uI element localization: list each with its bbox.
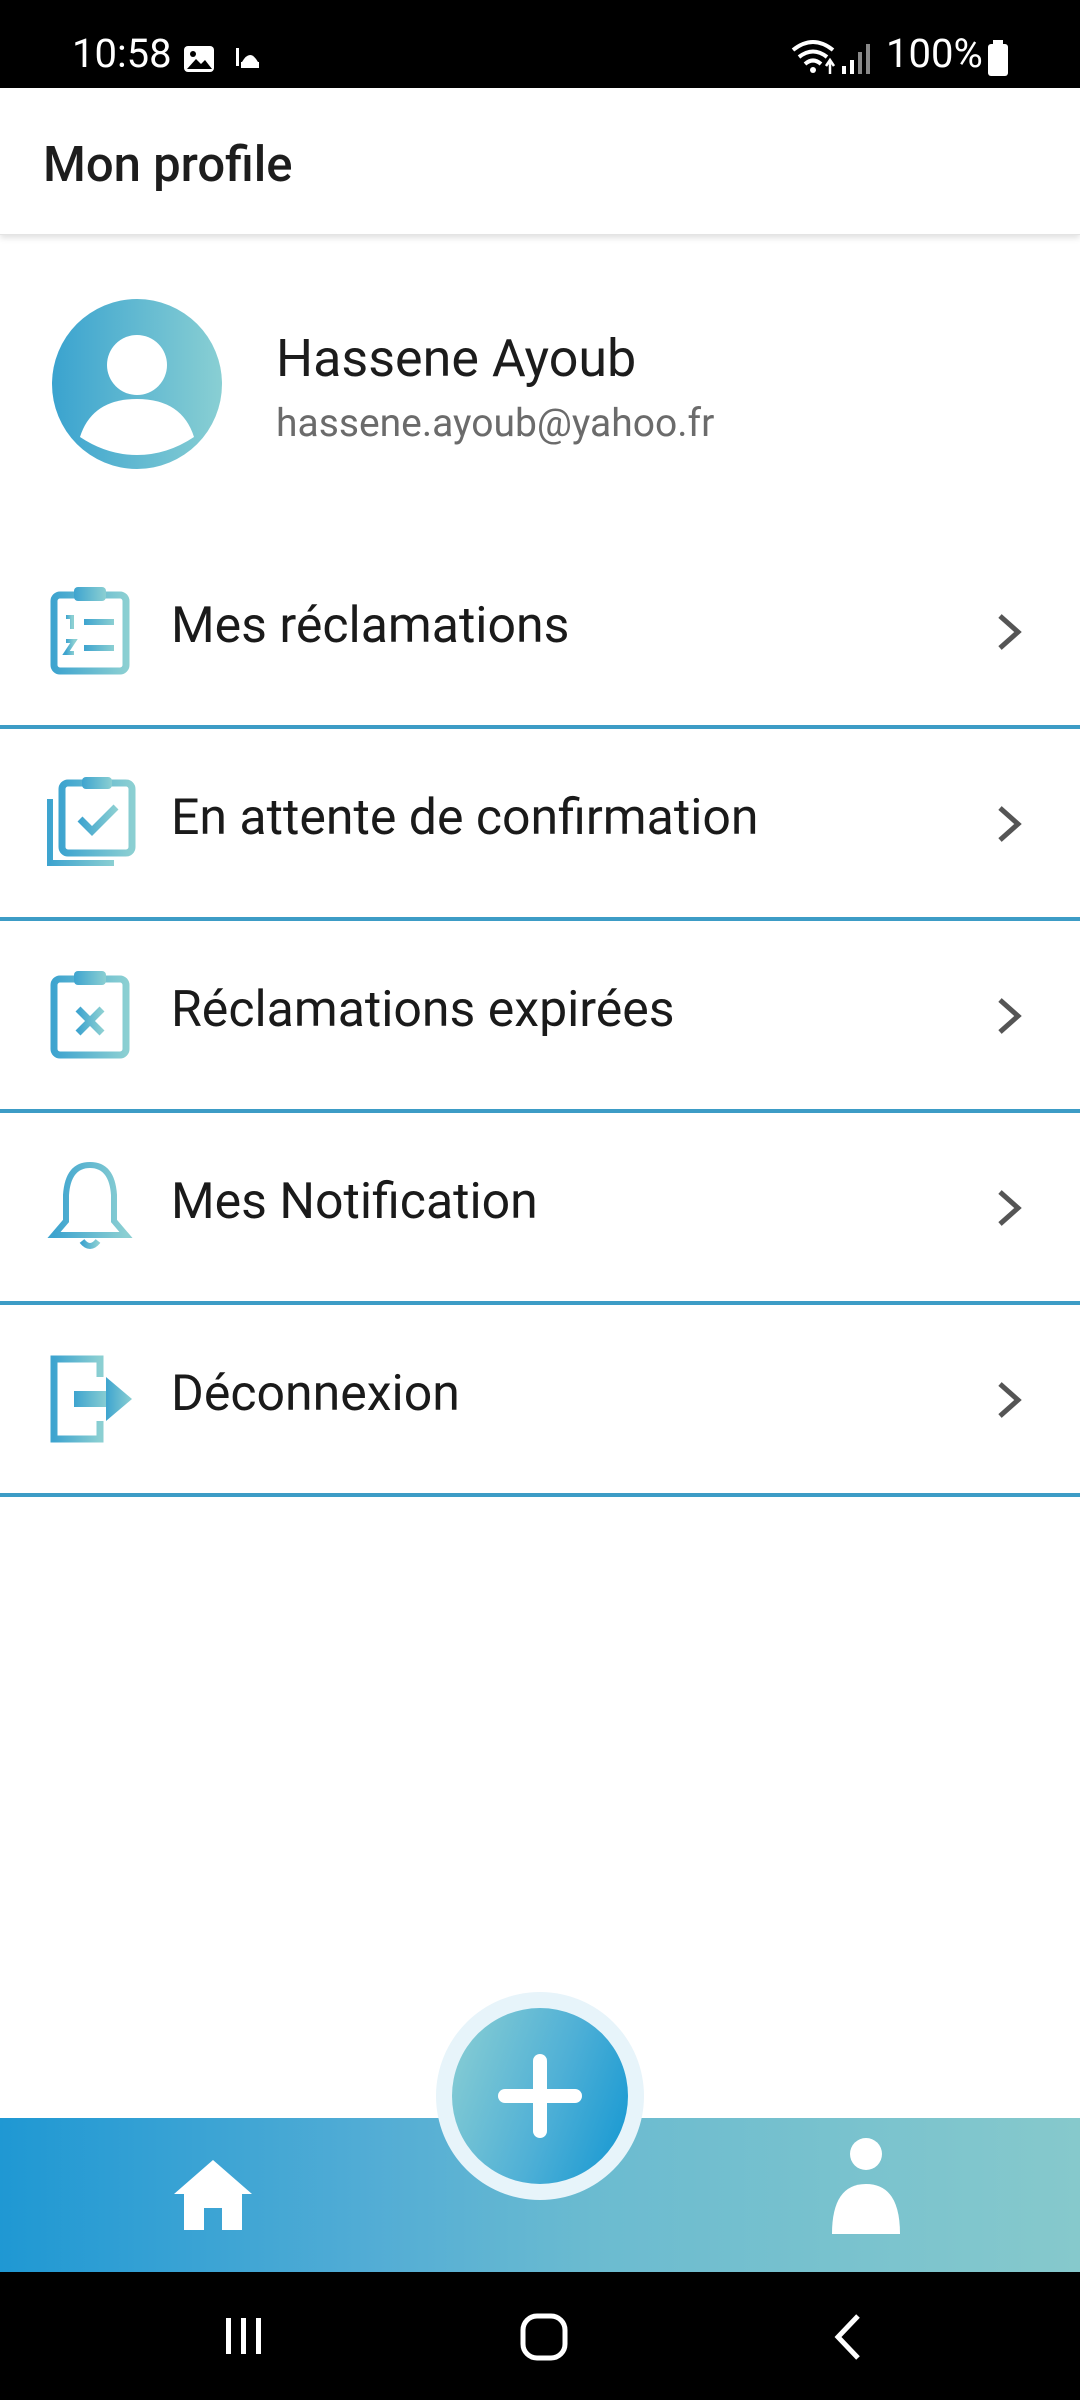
chevron-right-icon — [998, 614, 1022, 650]
battery-icon — [988, 40, 1008, 76]
bell-icon — [47, 1161, 133, 1249]
mosque-icon — [236, 48, 259, 68]
wifi-icon — [791, 40, 836, 74]
profile-menu: Mes réclamations En attente de confirmat… — [0, 537, 1080, 1497]
menu-item-deconnexion[interactable]: Déconnexion — [0, 1305, 1080, 1497]
menu-item-mes-notification[interactable]: Mes Notification — [0, 1113, 1080, 1305]
status-time: 10:58 — [72, 30, 172, 77]
system-home-icon[interactable] — [519, 2312, 569, 2362]
chevron-right-icon — [998, 1190, 1022, 1226]
menu-item-mes-reclamations[interactable]: Mes réclamations — [0, 537, 1080, 729]
user-avatar-icon — [52, 299, 222, 469]
menu-item-label: Déconnexion — [171, 1365, 460, 1423]
clipboard-check-icon — [47, 777, 136, 866]
profile-icon[interactable] — [826, 2136, 906, 2238]
logout-icon — [50, 1355, 132, 1443]
menu-item-label: Mes réclamations — [171, 597, 570, 655]
clipboard-x-icon — [50, 971, 130, 1059]
menu-item-label: En attente de confirmation — [171, 789, 759, 847]
clipboard-list-icon — [50, 587, 130, 675]
chevron-right-icon — [998, 1382, 1022, 1418]
chevron-right-icon — [998, 998, 1022, 1034]
gallery-icon — [184, 46, 214, 72]
app-bar: Mon profile — [0, 88, 1080, 235]
add-icon — [498, 2054, 582, 2138]
home-icon[interactable] — [172, 2158, 254, 2232]
add-button[interactable] — [452, 2008, 628, 2184]
menu-item-label: Réclamations expirées — [171, 981, 675, 1039]
chevron-right-icon — [998, 806, 1022, 842]
status-bar: 10:58 100% — [0, 0, 1080, 88]
page-title: Mon profile — [43, 136, 293, 193]
battery-percentage: 100% — [886, 30, 983, 77]
profile-name: Hassene Ayoub — [276, 328, 637, 389]
menu-item-label: Mes Notification — [171, 1173, 538, 1231]
menu-item-en-attente[interactable]: En attente de confirmation — [0, 729, 1080, 921]
recents-icon[interactable] — [222, 2314, 266, 2358]
back-icon[interactable] — [830, 2312, 864, 2362]
signal-icon — [842, 44, 870, 74]
profile-email: hassene.ayoub@yahoo.fr — [276, 400, 715, 446]
menu-item-reclamations-expirees[interactable]: Réclamations expirées — [0, 921, 1080, 1113]
